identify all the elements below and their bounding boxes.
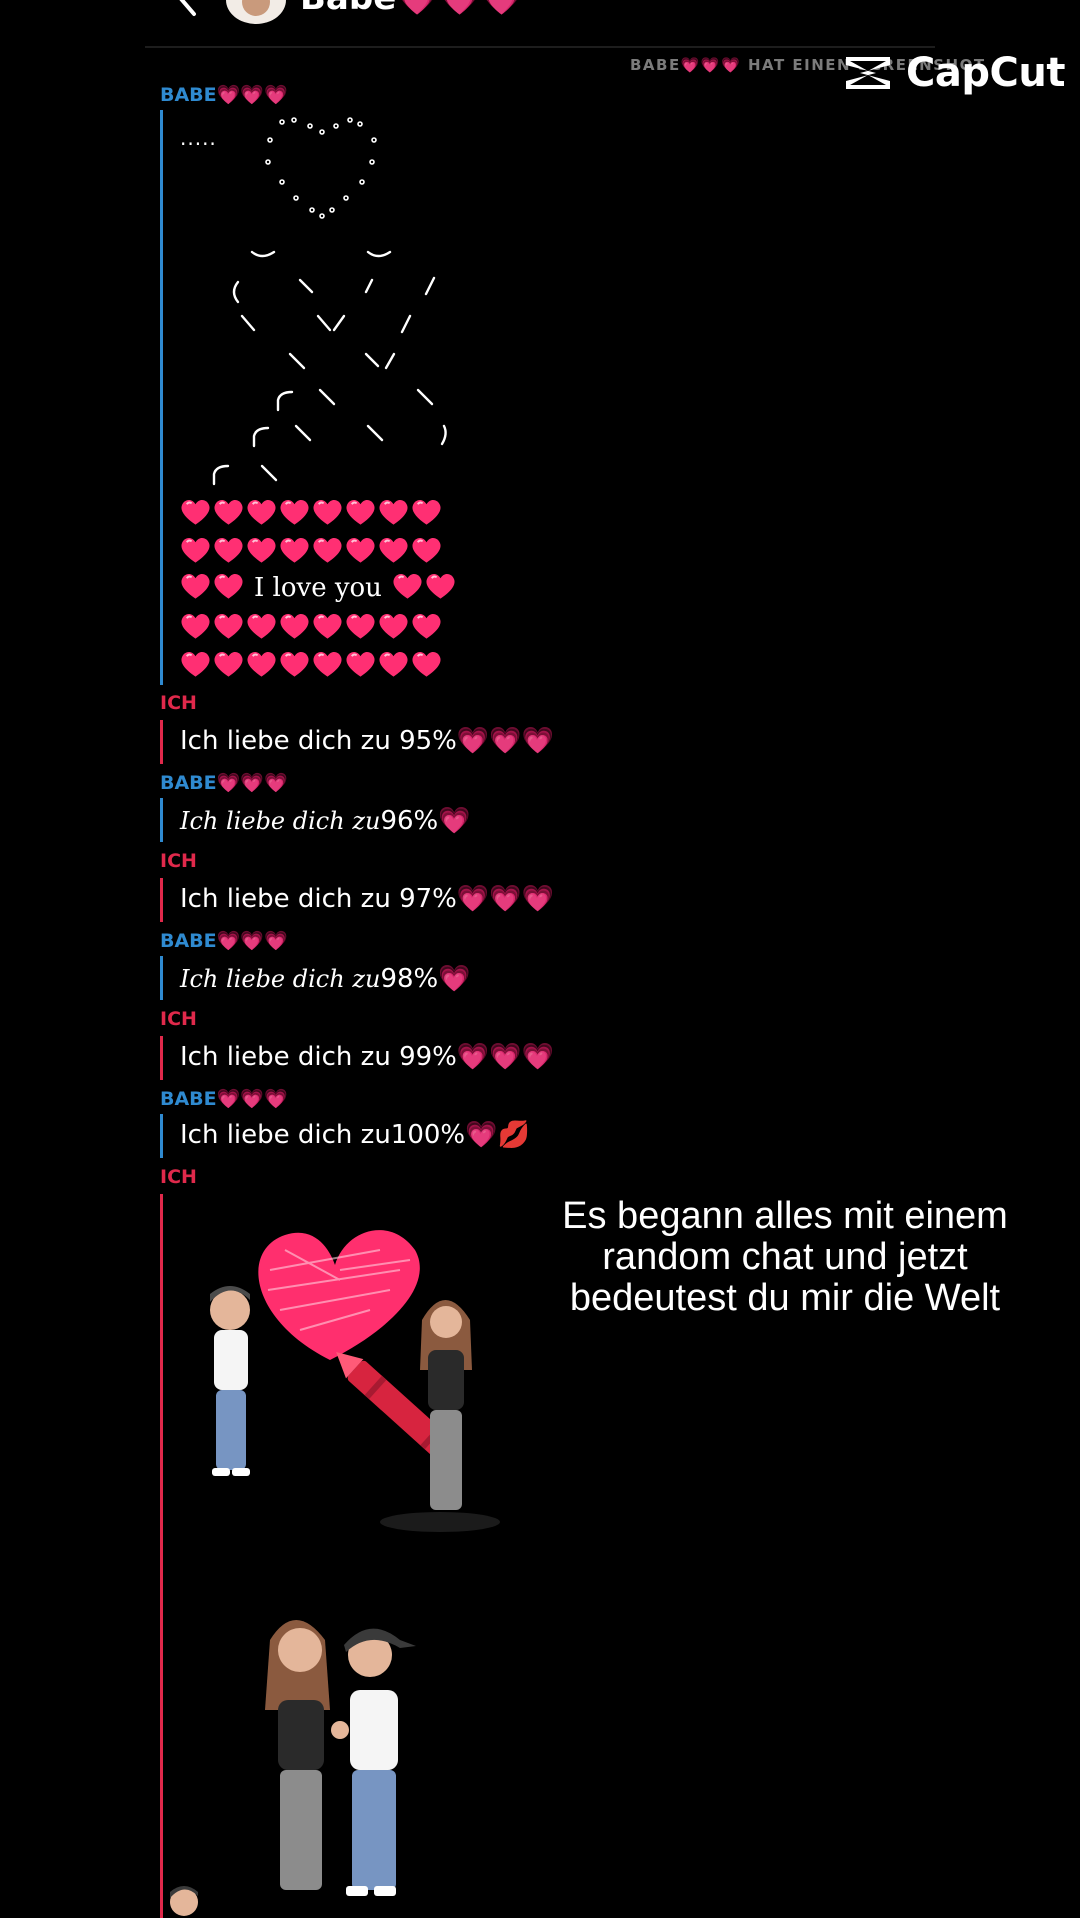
capcut-logo-icon [846,57,890,89]
message-bar [160,1114,163,1158]
message-bar [160,1194,163,1918]
heart-icon [412,537,441,563]
heart-icon [181,651,210,677]
overlay-caption: Es begann alles mit einem random chat un… [562,1195,1008,1319]
heart-row [180,648,456,680]
message-text: Ich liebe dich zu 95%💗💗💗 [180,726,554,756]
heart-icon [313,651,342,677]
heart-icon [214,499,243,525]
heart-icon [379,499,408,525]
love-crayon-sticker[interactable] [190,1210,530,1540]
ascii-art-figure [212,117,447,486]
message-text: Ich liebe dich zu100%💗💋 [180,1120,530,1150]
heart-icon [214,537,243,563]
heart-icon [181,573,210,599]
message-bar [160,110,163,685]
heart-icon [346,499,375,525]
heart-icon [280,613,309,639]
heart-icon [280,499,309,525]
heart-icon [313,613,342,639]
heart-icon [214,613,243,639]
heart-icon [181,499,210,525]
heart-icon [379,613,408,639]
heart-icon [181,613,210,639]
heart-icon [412,613,441,639]
heart-row [180,534,456,566]
sender-label: BABE💗💗💗 [160,84,288,106]
heart-icon [426,573,455,599]
message-text: Ich liebe dich zu 97%💗💗💗 [180,884,554,914]
message-bar [160,1036,163,1080]
heart-icon [181,537,210,563]
kiss-couple-sticker[interactable] [240,1600,470,1900]
heart-icon [393,573,422,599]
sender-label: BABE💗💗💗 [160,772,288,794]
sender-label: ICH [160,692,197,714]
heart-icon [313,499,342,525]
heart-icon [346,537,375,563]
heart-icon [247,499,276,525]
heart-icon [247,651,276,677]
heart-icon [412,651,441,677]
message-text: Ich liebe dich zu96%💗 [180,806,471,836]
heart-icon [280,537,309,563]
message-text: Ich liebe dich zu 99%💗💗💗 [180,1042,554,1072]
sender-label: ICH [160,1166,197,1188]
capcut-watermark: CapCut [840,48,1065,98]
message-bar [160,798,163,842]
heart-icon [280,651,309,677]
heart-block: I love you [180,496,456,680]
heart-icon [313,537,342,563]
contact-name[interactable]: Babe💗💗💗 [300,0,523,18]
sender-label: ICH [160,850,197,872]
sender-label: ICH [160,1008,197,1030]
heart-row: I love you [180,572,456,604]
heart-icon [247,537,276,563]
sender-label: BABE💗💗💗 [160,1088,288,1110]
heart-row [180,496,456,528]
heart-icon [379,651,408,677]
heart-icon [346,651,375,677]
heart-icon [346,613,375,639]
back-arrow-icon[interactable] [168,0,208,22]
header-divider [145,46,935,48]
bitmoji-avatar-icon [170,1886,198,1916]
heart-icon [412,499,441,525]
message-bar [160,878,163,922]
message-text: Ich liebe dich zu98%💗 [180,964,471,994]
heart-icon [214,573,243,599]
heart-icon [247,613,276,639]
message-bar [160,956,163,1000]
i-love-you-text: I love you [254,573,382,603]
message-bar [160,720,163,764]
sender-label: BABE💗💗💗 [160,930,288,952]
avatar[interactable] [226,0,286,24]
heart-icon [379,537,408,563]
heart-row [180,610,456,642]
heart-icon [214,651,243,677]
